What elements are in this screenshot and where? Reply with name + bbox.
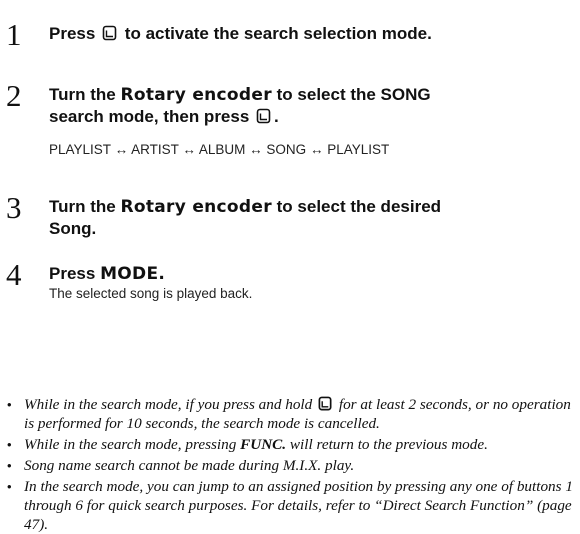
step-result-text: The selected song is played back. — [49, 286, 253, 301]
step-title-line2: search mode, then press . — [49, 106, 564, 127]
step-title: Press to activate the search selection m… — [49, 23, 564, 44]
step-number: 2 — [6, 78, 22, 113]
bullet: • — [7, 479, 12, 494]
step-number: 4 — [6, 257, 22, 292]
sequence-item: PLAYLIST — [327, 142, 390, 157]
rotary-encoder-label: Rotary encoder — [120, 85, 272, 105]
step-title-line2: Song. — [49, 219, 97, 238]
sequence-arrow: ↔ — [182, 142, 196, 157]
note-text: While in the search mode, pressing — [24, 436, 237, 453]
sequence-item: ARTIST — [131, 142, 179, 157]
step-title-part: Turn the — [49, 197, 116, 216]
note-text: Song name search cannot be made during M… — [24, 457, 355, 474]
bullet: • — [7, 437, 12, 452]
sequence-item: SONG — [266, 142, 307, 157]
search-button-icon — [102, 25, 117, 41]
search-mode-sequence: PLAYLIST ↔ ARTIST ↔ ALBUM ↔ SONG ↔ PLAYL… — [49, 141, 564, 159]
step-title: Turn the Rotary encoder to select the SO… — [49, 84, 564, 106]
sequence-arrow: ↔ — [114, 142, 129, 157]
step-number: 3 — [6, 190, 22, 225]
step-title-part: search mode, then press — [49, 107, 250, 126]
step-title-part: to select the SONG — [276, 85, 431, 104]
step-text: Press to activate the search selection m… — [49, 23, 564, 44]
search-button-icon — [256, 108, 271, 124]
step-title-part: Turn the — [49, 85, 116, 104]
note-item: • While in the search mode, pressing FUN… — [7, 435, 575, 454]
step-text: Turn the Rotary encoder to select the SO… — [49, 84, 564, 159]
step-text: Turn the Rotary encoder to select the de… — [49, 196, 564, 239]
step-title: Turn the Rotary encoder to select the de… — [49, 196, 564, 218]
note-text: While in the search mode, if you press a… — [24, 396, 313, 413]
step-number: 1 — [6, 17, 22, 52]
note-item: • In the search mode, you can jump to an… — [7, 477, 575, 534]
note-text: will return to the previous mode. — [289, 436, 488, 453]
step-title-part: to select the desired — [276, 197, 442, 216]
sequence-arrow: ↔ — [309, 142, 324, 157]
func-button-label: FUNC. — [240, 436, 287, 453]
note-text: In the search mode, you can jump to an a… — [24, 478, 573, 533]
step-title: Press MODE. — [49, 263, 564, 285]
sequence-item: ALBUM — [198, 142, 246, 157]
sequence-item: PLAYLIST — [49, 142, 111, 157]
step-title-part: Press — [49, 24, 96, 43]
step-text: Press MODE. The selected song is played … — [49, 263, 564, 303]
step-title-part: Press — [49, 264, 96, 283]
step-title-part: . — [274, 107, 279, 126]
search-button-icon — [318, 396, 332, 411]
notes-list: • While in the search mode, if you press… — [7, 395, 575, 534]
note-item: • While in the search mode, if you press… — [7, 395, 575, 433]
note-item: • Song name search cannot be made during… — [7, 456, 575, 475]
step-title-part: to activate the search selection mode. — [124, 24, 432, 43]
bullet: • — [7, 458, 12, 473]
sequence-arrow: ↔ — [249, 142, 263, 157]
bullet: • — [7, 397, 12, 412]
mode-button-label: MODE. — [100, 264, 166, 284]
rotary-encoder-label: Rotary encoder — [120, 197, 272, 217]
